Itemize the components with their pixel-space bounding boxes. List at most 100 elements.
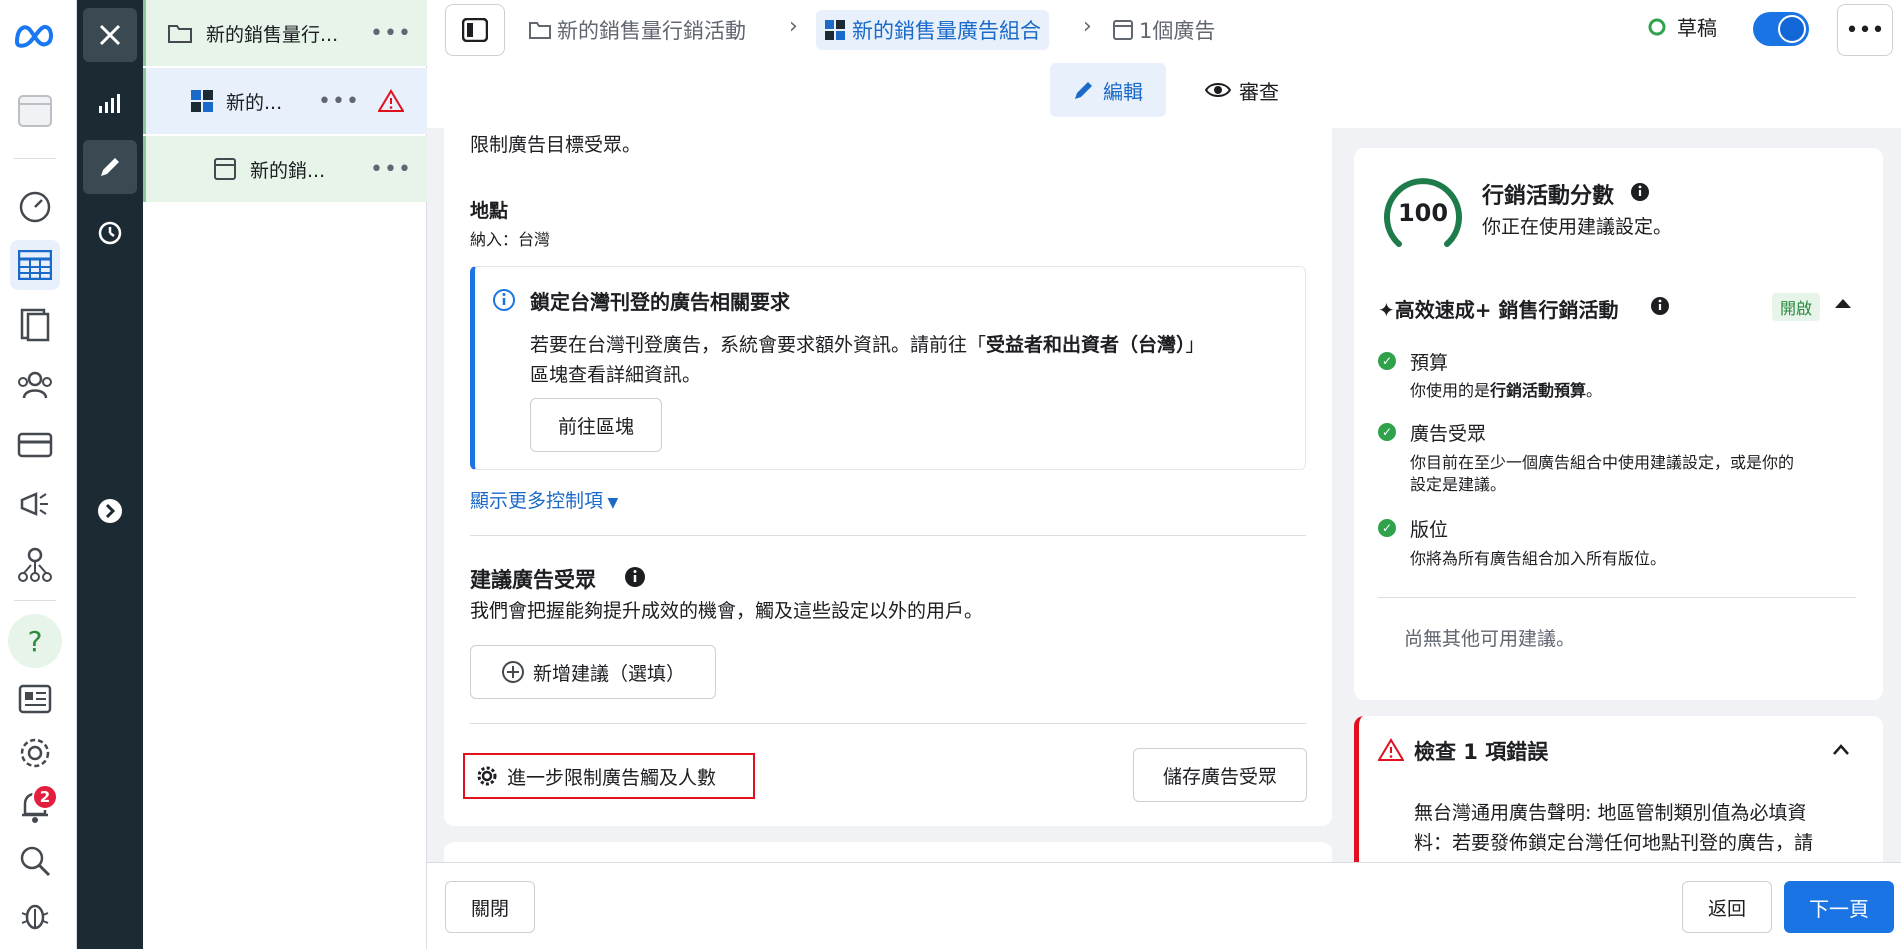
budget-item-title: 預算 [1410, 352, 1449, 374]
location-value: 納入：台灣 [470, 230, 551, 249]
notice-body-line1: 若要在台灣刊登廣告，系統會要求額外資訊。請前往「受益者和出資者（台灣）」 [530, 334, 1205, 356]
add-circle-icon [501, 661, 524, 683]
info-circle-icon [493, 289, 515, 311]
audience-item-desc-1: 你目前在至少一個廣告組合中使用建議設定，或是你的 [1410, 453, 1795, 472]
next-page-button[interactable]: 下一頁 [1784, 881, 1894, 933]
megaphone-icon[interactable] [10, 480, 60, 530]
breadcrumb-campaign[interactable]: 新的銷售量行銷活動 [529, 10, 746, 50]
limit-audience-text: 限制廣告目標受眾。 [470, 134, 642, 156]
show-more-controls-link[interactable]: 顯示更多控制項 ▼ [470, 486, 618, 513]
tree-campaign-label: 新的銷售量行... [206, 23, 339, 46]
campaign-more-icon[interactable]: ••• [370, 21, 412, 46]
info-filled-icon[interactable] [624, 566, 646, 588]
info-filled-icon[interactable] [1650, 296, 1670, 316]
history-clock-icon[interactable] [83, 206, 137, 260]
gear-icon [477, 766, 497, 786]
adset-more-icon[interactable]: ••• [318, 89, 360, 114]
help-icon[interactable]: ? [8, 614, 62, 668]
breadcrumb-separator-icon: › [1083, 14, 1092, 39]
ads-manager-table-icon[interactable] [10, 240, 60, 290]
pages-icon[interactable] [10, 300, 60, 350]
suggest-audience-title: 建議廣告受眾 [470, 568, 596, 592]
score-divider [1378, 597, 1856, 598]
check-icon: ✓ [1378, 352, 1396, 370]
ad-window-icon [214, 158, 236, 180]
score-title: 行銷活動分數 [1482, 184, 1615, 209]
advantage-state-badge: 開啟 [1772, 293, 1821, 321]
tree-campaign-node[interactable]: 新的銷售量行... ••• [143, 0, 427, 66]
news-feed-icon[interactable] [10, 674, 60, 724]
sidebar-toggle-button[interactable] [445, 4, 505, 56]
more-options-button[interactable]: ••• [1837, 4, 1893, 56]
search-icon[interactable] [10, 836, 60, 886]
info-filled-icon[interactable] [1630, 182, 1650, 202]
expand-chevron-icon[interactable] [83, 484, 137, 538]
campaign-tree: 新的銷售量行... ••• 新的... ••• 新的銷... ••• [143, 0, 427, 949]
check-icon: ✓ [1378, 423, 1396, 441]
ad-window-icon [1113, 20, 1133, 40]
notice-title: 鎖定台灣刊登的廣告相關要求 [530, 290, 790, 314]
bug-report-icon[interactable] [10, 890, 60, 940]
suggest-audience-desc: 我們會把握能夠提升成效的機會，觸及這些設定以外的用戶。 [470, 600, 984, 622]
errors-title: 檢查 1 項錯誤 [1414, 740, 1549, 764]
business-network-icon[interactable] [10, 540, 60, 590]
edit-pencil-icon[interactable] [83, 140, 137, 194]
caret-down-icon: ▼ [603, 495, 619, 511]
chevron-up-icon[interactable] [1834, 296, 1852, 310]
save-audience-button[interactable]: 儲存廣告受眾 [1133, 748, 1307, 802]
section-divider [470, 723, 1306, 724]
adset-grid-icon [825, 20, 845, 40]
close-icon[interactable] [83, 8, 137, 62]
close-button[interactable]: 關閉 [445, 881, 535, 933]
notice-body-line2: 區塊查看詳細資訊。 [530, 364, 702, 386]
app-nav-rail: ? 2 [0, 0, 77, 949]
performance-chart-icon[interactable] [83, 76, 137, 130]
eye-icon [1205, 83, 1231, 97]
status-ring-icon [1648, 18, 1666, 35]
editor-tool-rail [77, 0, 143, 949]
advantage-campaign-title: ✦高效速成+ 銷售行銷活動 [1378, 298, 1619, 322]
tree-adset-node[interactable]: 新的... ••• [143, 68, 427, 134]
no-more-suggestions: 尚無其他可用建議。 [1404, 628, 1576, 650]
settings-gear-icon[interactable] [10, 728, 60, 778]
check-icon: ✓ [1378, 519, 1396, 537]
back-button[interactable]: 返回 [1682, 881, 1772, 933]
browser-window-icon[interactable] [10, 86, 60, 136]
score-subtitle: 你正在使用建議設定。 [1482, 216, 1673, 238]
tree-adset-label: 新的... [226, 91, 283, 114]
notification-count-badge: 2 [32, 784, 58, 810]
dashboard-gauge-icon[interactable] [10, 182, 60, 232]
ad-more-icon[interactable]: ••• [370, 157, 412, 182]
audiences-icon[interactable] [10, 360, 60, 410]
breadcrumb-adset[interactable]: 新的銷售量廣告組合 [816, 10, 1049, 50]
score-value: 100 [1397, 199, 1449, 227]
go-to-section-button[interactable]: 前往區塊 [530, 398, 662, 452]
chevron-up-icon[interactable] [1832, 742, 1850, 756]
warning-triangle-icon [378, 89, 404, 112]
error-message-line2: 料：若要發佈鎖定台灣任何地點刊登的廣告，請 [1414, 832, 1814, 854]
notifications-bell-icon[interactable]: 2 [10, 782, 60, 832]
budget-item-desc: 你使用的是行銷活動預算。 [1410, 381, 1603, 400]
meta-logo-icon[interactable] [10, 10, 60, 60]
draft-status: 草稿 [1647, 12, 1717, 41]
placement-item-title: 版位 [1410, 519, 1449, 541]
publish-toggle[interactable] [1753, 12, 1809, 46]
audience-section [444, 128, 1332, 826]
add-suggestion-button[interactable]: 新增建議（選填） [470, 645, 716, 699]
billing-card-icon[interactable] [10, 420, 60, 470]
folder-icon [529, 22, 551, 39]
tab-review[interactable]: 審查 [1187, 63, 1297, 117]
editor-header: 新的銷售量行銷活動 › 新的銷售量廣告組合 › 1個廣告 草稿 ••• 編輯 審… [427, 0, 1901, 128]
folder-icon [168, 25, 192, 43]
tree-ad-label: 新的銷... [250, 159, 326, 182]
tab-edit[interactable]: 編輯 [1050, 63, 1166, 117]
breadcrumb-separator-icon: › [789, 14, 798, 39]
breadcrumb-ad[interactable]: 1個廣告 [1113, 10, 1215, 50]
section-divider [470, 535, 1306, 536]
location-label: 地點 [470, 200, 509, 222]
tree-ad-node[interactable]: 新的銷... ••• [143, 136, 427, 202]
audience-item-title: 廣告受眾 [1410, 423, 1487, 445]
limit-reach-control[interactable]: 進一步限制廣告觸及人數 [463, 753, 755, 799]
warning-triangle-icon [1378, 738, 1404, 761]
placement-item-desc: 你將為所有廣告組合加入所有版位。 [1410, 549, 1667, 568]
